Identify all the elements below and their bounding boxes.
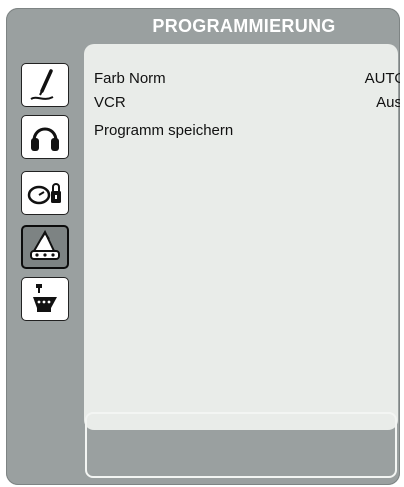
tuning-icon: [30, 229, 60, 260]
list-item-color-standard[interactable]: Farb Norm AUTO: [94, 68, 400, 90]
tab-source[interactable]: [18, 274, 72, 324]
list-item-save-program[interactable]: Programm speichern: [94, 120, 398, 142]
info-box: [85, 412, 397, 478]
setting-value: Aus: [376, 94, 400, 111]
connection-icon: [33, 284, 57, 312]
picture-settings-icon: [30, 69, 54, 100]
setting-label: Farb Norm: [94, 70, 166, 87]
tab-programming[interactable]: [18, 222, 72, 272]
tab-features[interactable]: [18, 168, 72, 218]
tab-sound[interactable]: [18, 112, 72, 162]
clock-lock-icon: [27, 183, 61, 205]
osd-menu-panel: PROGRAMMIERUNG Farb Norm AUT VCR Aus Pro…: [6, 8, 400, 485]
setting-label: Programm speichern: [94, 122, 234, 139]
list-item-vcr[interactable]: VCR Aus: [94, 92, 400, 114]
page-title: PROGRAMMIERUNG: [152, 16, 336, 36]
setting-label: VCR: [94, 94, 126, 111]
tab-picture[interactable]: [18, 60, 72, 110]
settings-list: Farb Norm AUTO VCR Aus Programm speicher…: [84, 44, 400, 430]
headphones-icon: [31, 127, 59, 151]
setting-value: AUTO: [364, 70, 400, 87]
